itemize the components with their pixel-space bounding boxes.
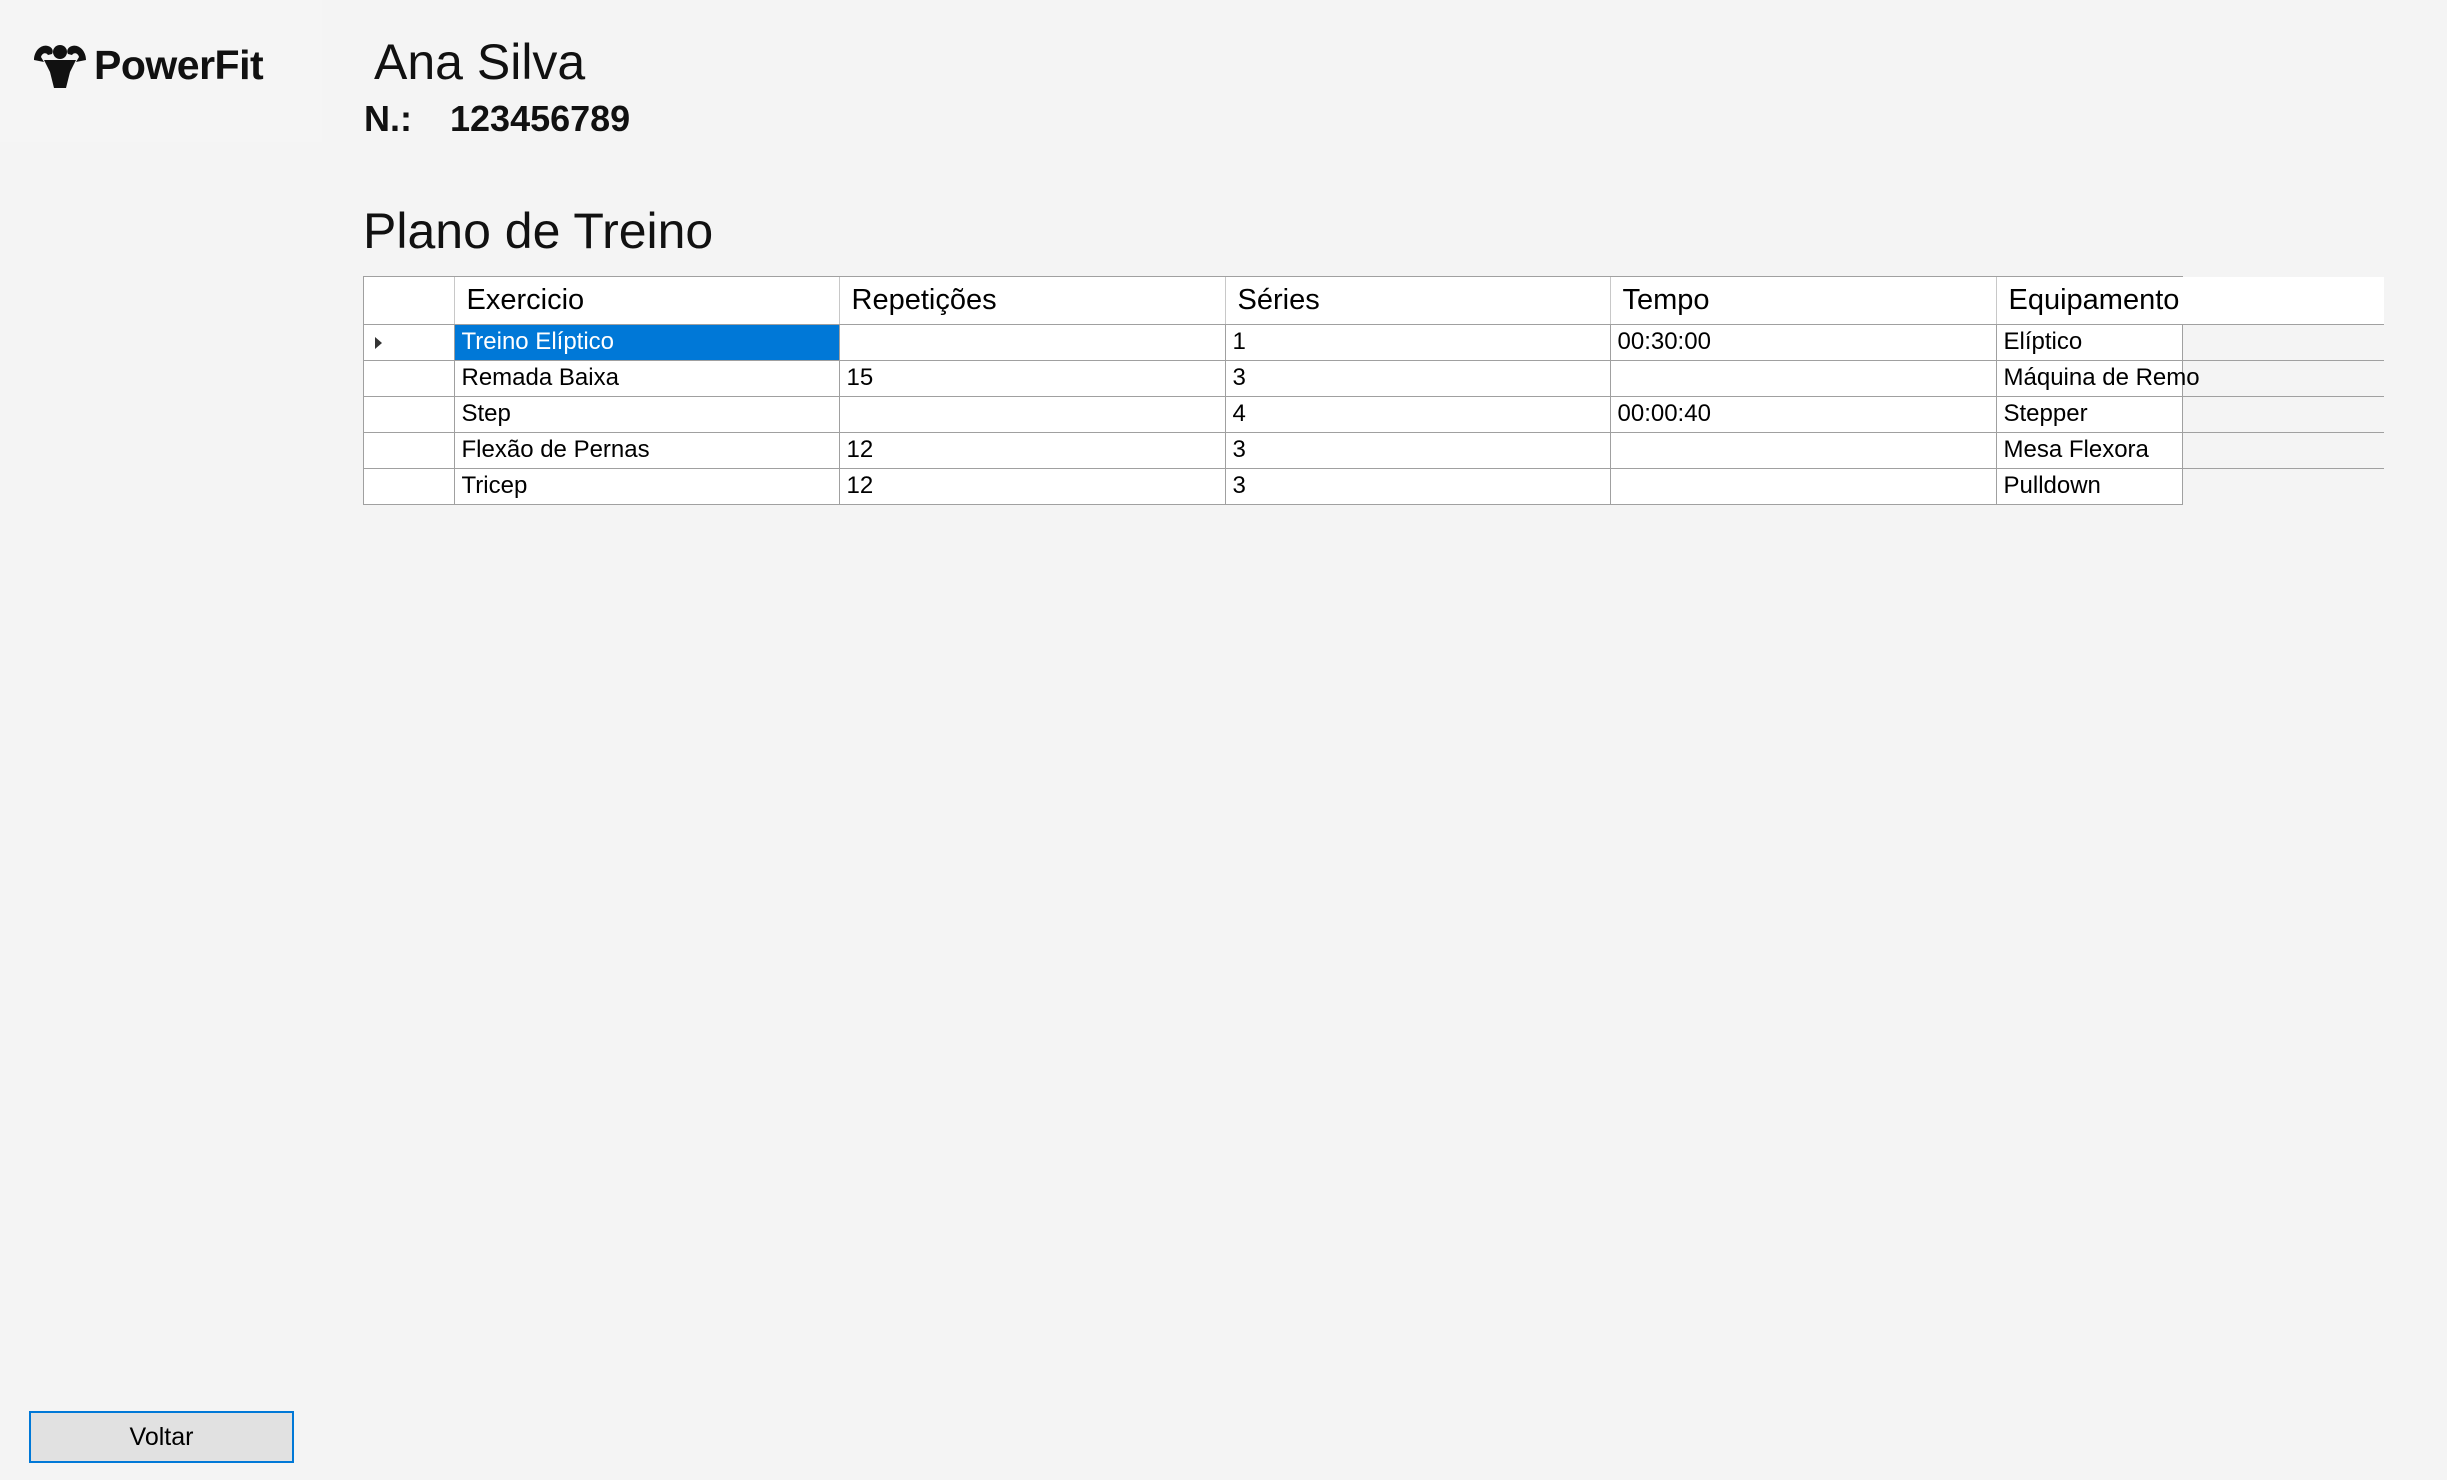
brand-logo: PowerFit bbox=[32, 38, 264, 92]
row-header[interactable] bbox=[364, 396, 455, 433]
cell-tempo[interactable]: 00:30:00 bbox=[1610, 324, 1997, 361]
cell-equipamento[interactable]: Pulldown bbox=[1996, 468, 2384, 504]
cell-series[interactable]: 1 bbox=[1225, 324, 1611, 361]
cell-repeticoes[interactable]: 15 bbox=[839, 360, 1226, 397]
row-header[interactable] bbox=[364, 324, 455, 361]
current-row-arrow-icon bbox=[375, 336, 382, 349]
cell-equipamento[interactable]: Máquina de Remo bbox=[1996, 360, 2384, 397]
column-header-repeticoes[interactable]: Repetições bbox=[839, 277, 1226, 325]
cell-series[interactable]: 3 bbox=[1225, 360, 1611, 397]
cell-exercicio[interactable]: Tricep bbox=[454, 468, 840, 504]
cell-equipamento[interactable]: Stepper bbox=[1996, 396, 2384, 433]
member-number-label: N.: bbox=[364, 98, 412, 139]
brand-name: PowerFit bbox=[94, 41, 264, 88]
table-row[interactable]: Flexão de Pernas 12 3 Mesa Flexora bbox=[364, 432, 2384, 469]
row-header[interactable] bbox=[364, 468, 455, 504]
cell-exercicio[interactable]: Treino Elíptico bbox=[454, 324, 840, 361]
cell-tempo[interactable] bbox=[1610, 468, 1997, 504]
cell-repeticoes[interactable] bbox=[839, 396, 1226, 433]
cell-series[interactable]: 4 bbox=[1225, 396, 1611, 433]
cell-tempo[interactable] bbox=[1610, 360, 1997, 397]
section-title: Plano de Treino bbox=[363, 203, 714, 259]
grid-header-row: Exercicio Repetições Séries Tempo Equipa… bbox=[364, 277, 2384, 325]
column-header-series[interactable]: Séries bbox=[1225, 277, 1611, 325]
cell-equipamento[interactable]: Mesa Flexora bbox=[1996, 432, 2384, 469]
cell-repeticoes[interactable] bbox=[839, 324, 1226, 361]
logo-panel: PowerFit bbox=[0, 0, 322, 142]
table-row[interactable]: Tricep 12 3 Pulldown bbox=[364, 468, 2384, 504]
row-header[interactable] bbox=[364, 360, 455, 397]
cell-exercicio[interactable]: Flexão de Pernas bbox=[454, 432, 840, 469]
column-header-tempo[interactable]: Tempo bbox=[1610, 277, 1997, 325]
cell-exercicio[interactable]: Step bbox=[454, 396, 840, 433]
table-row[interactable]: Step 4 00:00:40 Stepper bbox=[364, 396, 2384, 433]
cell-exercicio[interactable]: Remada Baixa bbox=[454, 360, 840, 397]
grid-corner-header[interactable] bbox=[364, 277, 455, 325]
member-number: N.: 123456789 bbox=[364, 98, 630, 140]
cell-repeticoes[interactable]: 12 bbox=[839, 468, 1226, 504]
table-row[interactable]: Treino Elíptico 1 00:30:00 Elíptico bbox=[364, 324, 2384, 361]
member-name: Ana Silva bbox=[374, 34, 586, 90]
cell-tempo[interactable]: 00:00:40 bbox=[1610, 396, 1997, 433]
flexed-arms-icon bbox=[32, 38, 88, 92]
column-header-equipamento[interactable]: Equipamento bbox=[1996, 277, 2384, 325]
cell-series[interactable]: 3 bbox=[1225, 468, 1611, 504]
row-header[interactable] bbox=[364, 432, 455, 469]
table-row[interactable]: Remada Baixa 15 3 Máquina de Remo bbox=[364, 360, 2384, 397]
training-plan-grid[interactable]: Exercicio Repetições Séries Tempo Equipa… bbox=[363, 276, 2384, 505]
back-button[interactable]: Voltar bbox=[29, 1411, 294, 1463]
cell-series[interactable]: 3 bbox=[1225, 432, 1611, 469]
cell-tempo[interactable] bbox=[1610, 432, 1997, 469]
column-header-exercicio[interactable]: Exercicio bbox=[454, 277, 840, 325]
cell-repeticoes[interactable]: 12 bbox=[839, 432, 1226, 469]
cell-equipamento[interactable]: Elíptico bbox=[1996, 324, 2384, 361]
member-number-value: 123456789 bbox=[450, 98, 631, 139]
